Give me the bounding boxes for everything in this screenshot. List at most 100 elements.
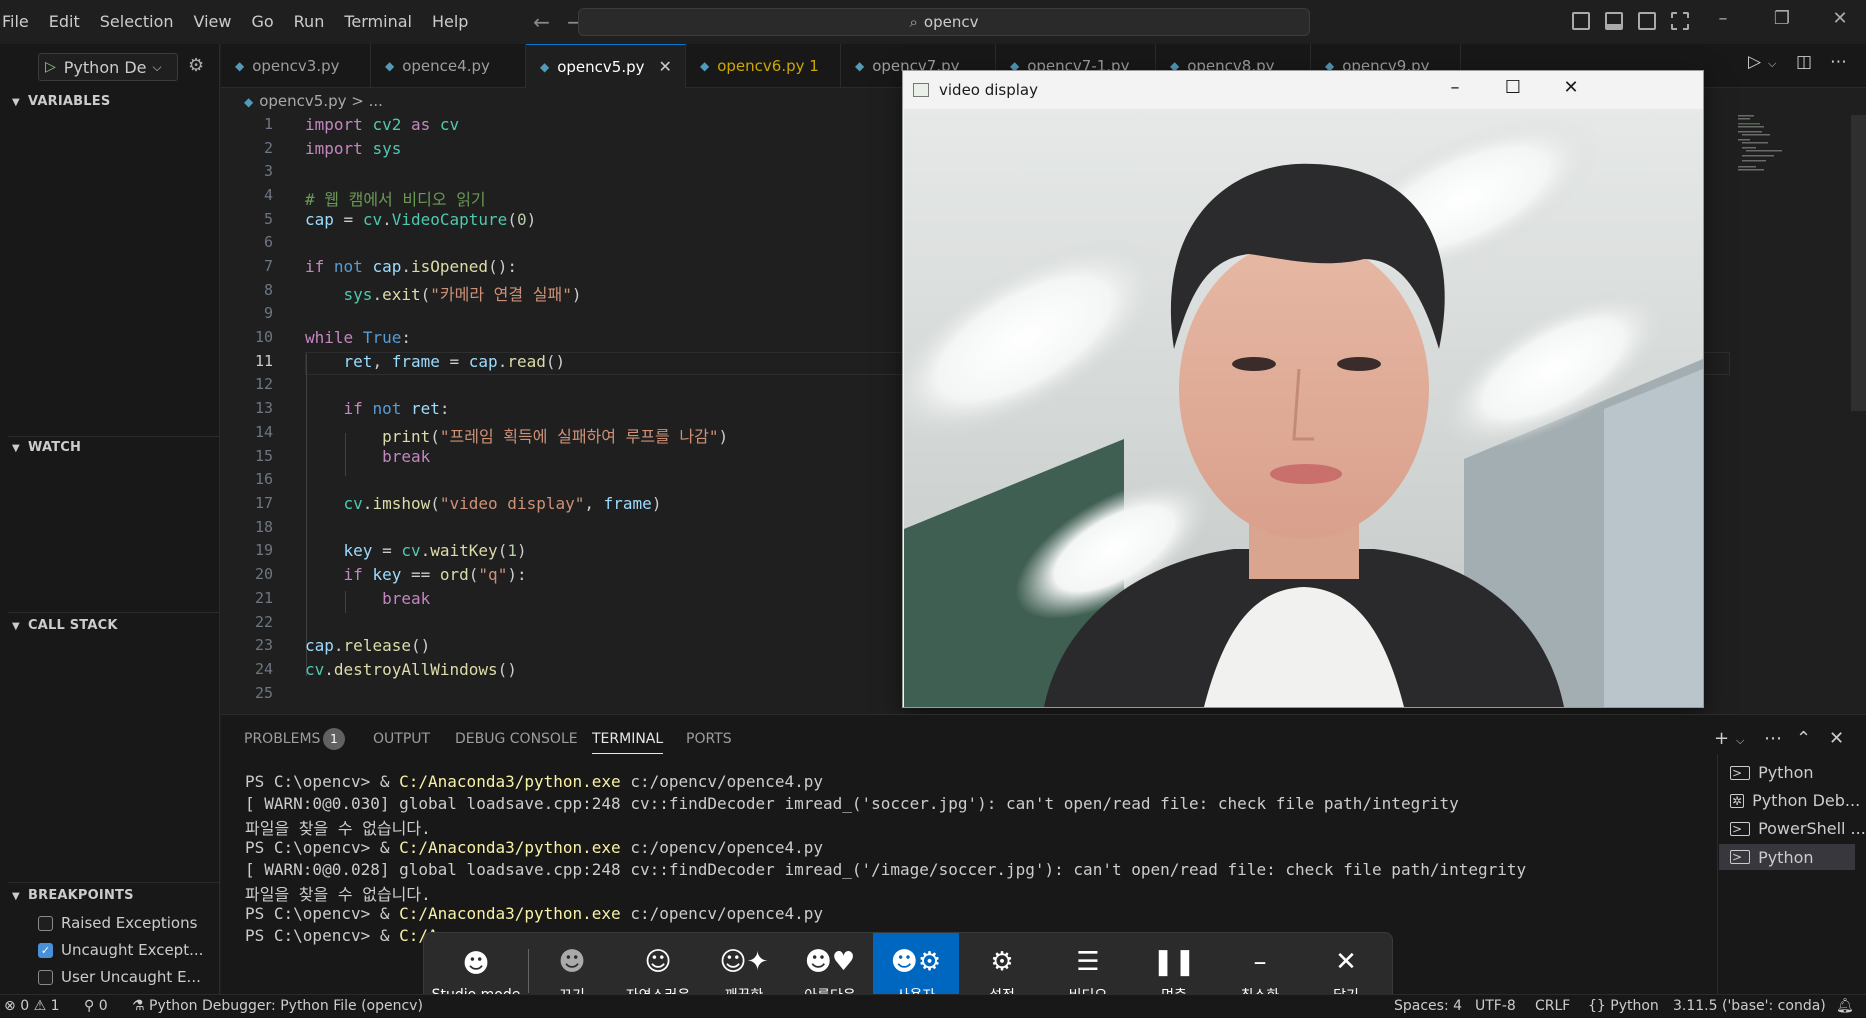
section-variables[interactable]: ▼ VARIABLES [12,94,110,109]
debug-config-select[interactable]: ▷ Python De ⌵ [38,53,178,81]
terminal-item-python[interactable]: >_ Python [1730,763,1866,782]
new-terminal-icon[interactable]: + [1714,728,1729,749]
line-number: 23 [254,636,273,654]
checkbox[interactable] [38,915,53,931]
command-center-search[interactable]: ⌕ opencv [578,8,1310,36]
line-number: 15 [254,447,273,465]
breakpoint-user-uncaught[interactable]: User Uncaught E... [38,968,201,986]
split-editor-icon[interactable]: ◫ [1796,52,1812,72]
section-breakpoints[interactable]: ▼ BREAKPOINTS [12,888,134,903]
customize-layout-icon[interactable] [1671,12,1689,30]
terminal-line-3: 파일을 찾을 수 없습니다. [245,819,431,838]
tab-opence4[interactable]: ◆ opence4.py [371,44,526,88]
interpreter-status[interactable]: 3.11.5 ('base': conda) [1673,998,1826,1014]
face-beauty-icon: ☻♥ [804,947,856,977]
eol-status[interactable]: CRLF [1535,998,1570,1014]
terminal-icon: >_ [1730,765,1751,780]
terminal-line-6: 파일을 찾을 수 없습니다. [245,885,431,904]
code-line-23: cap.release() [305,636,431,655]
line-number: 24 [254,660,273,678]
line-number: 8 [263,281,273,299]
maximize-panel-icon[interactable]: ⌃ [1796,728,1811,749]
close-window-icon[interactable]: ✕ [1820,8,1860,29]
video-display-window[interactable]: video display – ☐ ✕ [902,70,1704,708]
maximize-icon[interactable]: ☐ [1493,77,1533,98]
tab-opencv3[interactable]: ◆ opencv3.py [221,44,371,88]
tab-ports[interactable]: PORTS [686,731,732,747]
tab-opencv5[interactable]: ◆ opencv5.py ✕ [526,44,686,88]
terminal-item-python-active[interactable]: >_ Python [1719,844,1855,870]
minimap[interactable] [1736,112,1848,172]
tab-problems[interactable]: PROBLEMS [244,731,320,747]
code-line-1: import cv2 as cv [305,115,460,134]
code-line-8: sys.exit("카메라 연결 실패") [343,285,582,304]
chevron-down-icon[interactable]: ⌵ [1768,57,1776,71]
menu-selection[interactable]: Selection [90,0,184,44]
code-line-15: break [382,447,431,466]
notifications-icon[interactable]: 🔔︎ [1836,998,1854,1014]
terminal-item-powershell[interactable]: >_ PowerShell ... [1730,819,1866,838]
menu-help[interactable]: Help [422,0,478,44]
menu-file[interactable]: File [0,0,39,44]
indent-status[interactable]: Spaces: 4 [1394,998,1462,1014]
restore-window-icon[interactable]: ❐ [1762,8,1802,29]
minimize-icon: – [1253,947,1267,977]
run-file-icon[interactable]: ▷ [1748,52,1761,72]
language-status[interactable]: {} Python [1588,998,1659,1014]
menu-edit[interactable]: Edit [39,0,90,44]
debug-icon: ✲ [1730,793,1745,808]
webcam-image [904,109,1703,707]
start-debugging-icon[interactable]: ▷ [45,59,56,75]
divider [8,436,220,437]
editor-scrollbar[interactable] [1851,115,1866,411]
breadcrumb-rest[interactable]: > ... [351,92,383,110]
line-number: 7 [263,257,273,275]
webcam-frame [904,109,1703,707]
breakpoint-raised-exceptions[interactable]: Raised Exceptions [38,914,197,932]
code-line-21: break [382,589,431,608]
tab-output[interactable]: OUTPUT [373,731,430,747]
search-text: opencv [923,13,979,31]
tab-terminal[interactable]: TERMINAL [592,731,664,754]
terminal-line-5: [ WARN:0@0.028] global loadsave.cpp:248 … [245,860,1527,879]
terminal-icon: >_ [1730,821,1751,836]
encoding-status[interactable]: UTF-8 [1475,998,1516,1014]
gear-icon[interactable]: ⚙ [188,55,204,76]
section-watch[interactable]: ▼ WATCH [12,440,81,455]
chevron-down-icon: ▼ [12,891,20,902]
checkbox[interactable] [38,969,53,985]
breadcrumb-file[interactable]: opencv5.py [259,92,346,110]
terminal-item-python-debug[interactable]: ✲ Python Deb... [1730,791,1866,810]
face-off-icon: ☻ [558,947,586,977]
close-tab-icon[interactable]: ✕ [659,57,672,76]
tab-opencv6[interactable]: ◆ opencv6.py 1 [686,44,841,88]
chevron-down-icon[interactable]: ⌵ [1736,734,1744,748]
close-icon[interactable]: ✕ [1551,77,1591,98]
section-call-stack[interactable]: ▼ CALL STACK [12,618,118,633]
toggle-secondary-sidebar-icon[interactable] [1638,12,1656,30]
back-arrow-icon[interactable]: ← [524,10,558,34]
toggle-panel-icon[interactable] [1605,12,1623,30]
debug-sidebar [0,44,220,1006]
menu-go[interactable]: Go [241,0,283,44]
face-custom-icon: ☻⚙ [890,947,942,977]
ports-status[interactable]: ⚲ 0 [84,998,108,1014]
minimize-window-icon[interactable]: – [1703,8,1743,29]
close-panel-icon[interactable]: ✕ [1829,728,1844,749]
toggle-sidebar-icon[interactable] [1572,12,1590,30]
line-number: 14 [254,423,273,441]
menu-view[interactable]: View [184,0,242,44]
menu-terminal[interactable]: Terminal [334,0,422,44]
breakpoint-uncaught-exceptions[interactable]: ✓ Uncaught Except... [38,941,203,959]
checkbox-checked[interactable]: ✓ [38,942,53,958]
chevron-down-icon: ▼ [12,443,20,454]
more-actions-icon[interactable]: ⋯ [1830,52,1847,72]
more-actions-icon[interactable]: ⋯ [1764,728,1782,749]
menu-run[interactable]: Run [284,0,335,44]
debug-status[interactable]: ⚗ Python Debugger: Python File (opencv) [132,998,423,1014]
tab-debug-console[interactable]: DEBUG CONSOLE [455,731,578,747]
debug-icon: ⚗ [132,998,145,1014]
minimize-icon[interactable]: – [1435,77,1475,98]
code-line-10: while True: [305,328,411,347]
problems-status[interactable]: ⊗ 0 ⚠ 1 [4,998,60,1014]
